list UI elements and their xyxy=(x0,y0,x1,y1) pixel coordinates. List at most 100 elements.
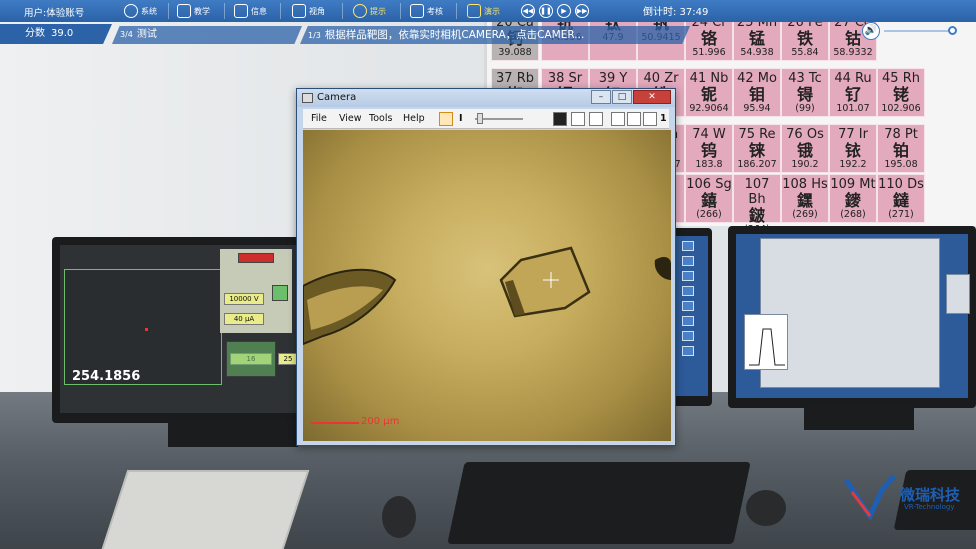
element-cell: 74 W 钨 183.8 xyxy=(685,124,733,173)
snapshot-tool-icon[interactable] xyxy=(589,112,603,126)
desktop-icon[interactable] xyxy=(682,286,694,296)
maximize-icon[interactable]: □ xyxy=(612,90,632,104)
element-cell: 106 Sg 𨭎 (266) xyxy=(685,174,733,223)
toolbar-info[interactable]: 信息 xyxy=(234,3,267,19)
menu-help[interactable]: Help xyxy=(403,113,425,124)
element-chinese-name: 锝 xyxy=(796,85,813,104)
pointer-tool-icon[interactable] xyxy=(553,112,567,126)
element-chinese-name: 锇 xyxy=(796,141,813,160)
zoom-level-label: 1 xyxy=(660,113,667,124)
element-mass: 192.2 xyxy=(839,159,867,170)
toolbar-label: 考核 xyxy=(427,6,443,16)
element-symbol: 78 Pt xyxy=(884,127,918,142)
fit-tool-icon[interactable] xyxy=(571,112,585,126)
toolbar-divider xyxy=(456,3,457,19)
peak-graph xyxy=(749,328,785,366)
element-mass: 195.08 xyxy=(884,159,918,170)
current-box: 40 μA xyxy=(224,313,264,325)
volume-knob[interactable] xyxy=(948,26,957,35)
settings-gear-icon[interactable] xyxy=(439,112,453,126)
element-cell: 44 Ru 钌 101.07 xyxy=(829,68,877,117)
fast-forward-icon[interactable]: ▶▶ xyxy=(575,4,589,18)
toolbar-system[interactable]: 系统 xyxy=(124,3,157,19)
instruction-banner[interactable]: 1/3 根据样品靶图，依靠实时相机CAMERA，点击CAMER... xyxy=(300,26,690,44)
desktop-icon[interactable] xyxy=(682,271,694,281)
element-mass: 186.207 xyxy=(737,159,777,170)
close-icon[interactable]: ✕ xyxy=(633,90,671,104)
minimize-icon[interactable]: – xyxy=(591,90,611,104)
toolbar-view[interactable]: 视角 xyxy=(292,3,325,19)
element-mass: (99) xyxy=(795,103,815,114)
crosshair-tool-icon[interactable] xyxy=(611,112,625,126)
element-chinese-name: 𨭆 xyxy=(796,191,813,210)
center-monitor xyxy=(672,228,712,406)
element-symbol: 44 Ru xyxy=(834,71,872,86)
task-bar: 分数 39.0 3/4 测试 1/3 根据样品靶图，依靠实时相机CAMERA，点击CA… xyxy=(0,24,976,46)
toolbar-exam[interactable]: 考核 xyxy=(410,3,443,19)
camera-window[interactable]: Camera – □ ✕ File View Tools Help I 1 20… xyxy=(296,88,676,446)
toolbar-divider xyxy=(400,3,401,19)
desktop-icon[interactable] xyxy=(682,241,694,251)
camera-view[interactable]: 200 μm xyxy=(303,130,671,441)
zoom-in-icon[interactable] xyxy=(627,112,641,126)
element-cell: 109 Mt 䥑 (268) xyxy=(829,174,877,223)
mouse xyxy=(382,496,416,538)
speaker-icon[interactable]: 🔊 xyxy=(862,22,880,40)
element-mass: 102.906 xyxy=(881,103,921,114)
toolbar-divider xyxy=(168,3,169,19)
pause-icon[interactable]: ❚❚ xyxy=(539,4,553,18)
element-chinese-name: 铂 xyxy=(892,141,909,160)
element-chinese-name: 铑 xyxy=(892,85,909,104)
vr-lab-scene: 20 Ca钙39.088钪44.956钛47.9钒50.941524 Cr铬51… xyxy=(0,0,976,549)
desktop-icon[interactable] xyxy=(682,331,694,341)
spectrum-plot xyxy=(64,269,222,385)
play-icon[interactable]: ▶ xyxy=(557,4,571,18)
monitor-icon xyxy=(467,4,481,18)
element-chinese-name: 𨨏 xyxy=(748,206,765,225)
element-symbol: 108 Hs xyxy=(782,177,828,192)
graph-window xyxy=(744,314,788,370)
element-mass: 190.2 xyxy=(791,159,819,170)
element-cell: 107 Bh𨨏(264) xyxy=(733,174,781,235)
side-window xyxy=(946,274,970,314)
desktop-icon[interactable] xyxy=(682,346,694,356)
element-mass: (271) xyxy=(888,209,914,220)
camera-titlebar[interactable]: Camera – □ ✕ xyxy=(297,89,675,107)
element-chinese-name: 䥑 xyxy=(844,191,861,210)
toolbar-hint[interactable]: 提示 xyxy=(353,3,386,19)
toolbar-divider xyxy=(342,3,343,19)
toolbar-divider xyxy=(224,3,225,19)
volume-track[interactable] xyxy=(884,30,952,32)
help-icon xyxy=(353,4,367,18)
desktop-icon[interactable] xyxy=(682,256,694,266)
menu-file[interactable]: File xyxy=(311,113,327,124)
rewind-icon[interactable]: ◀◀ xyxy=(521,4,535,18)
element-symbol: 41 Nb xyxy=(689,71,729,86)
zoom-out-icon[interactable] xyxy=(643,112,657,126)
element-chinese-name: 𨭎 xyxy=(700,191,717,210)
desktop-icon[interactable] xyxy=(682,301,694,311)
toolbar-demo[interactable]: 演示 xyxy=(467,3,500,19)
value-box-2: 25 xyxy=(278,353,298,365)
right-monitor-stand xyxy=(804,406,914,430)
toolbar-teaching[interactable]: 教学 xyxy=(177,3,210,19)
element-symbol: 45 Rh xyxy=(882,71,920,86)
toolbar-label: 演示 xyxy=(484,6,500,16)
left-monitor-screen: 254.1856 10000 V 40 μA 16 25 xyxy=(60,245,300,413)
menu-view[interactable]: View xyxy=(339,113,362,124)
desktop-icon[interactable] xyxy=(682,316,694,326)
element-mass: 95.94 xyxy=(743,103,771,114)
element-mass: 51.996 xyxy=(692,47,726,58)
green-button[interactable] xyxy=(272,285,288,301)
toolbar-label: 信息 xyxy=(251,6,267,16)
control-pad[interactable] xyxy=(100,470,310,549)
camera-menubar: File View Tools Help I 1 xyxy=(303,109,669,129)
menu-tools[interactable]: Tools xyxy=(369,113,392,124)
element-cell: 108 Hs 𨭆 (269) xyxy=(781,174,829,223)
slider-handle[interactable] xyxy=(477,113,483,124)
tool-i-label[interactable]: I xyxy=(459,113,463,124)
scale-label: 200 μm xyxy=(361,416,400,427)
volume-control[interactable]: 🔊 xyxy=(858,22,970,40)
element-symbol: 107 Bh xyxy=(744,177,770,207)
element-mass: (268) xyxy=(840,209,866,220)
